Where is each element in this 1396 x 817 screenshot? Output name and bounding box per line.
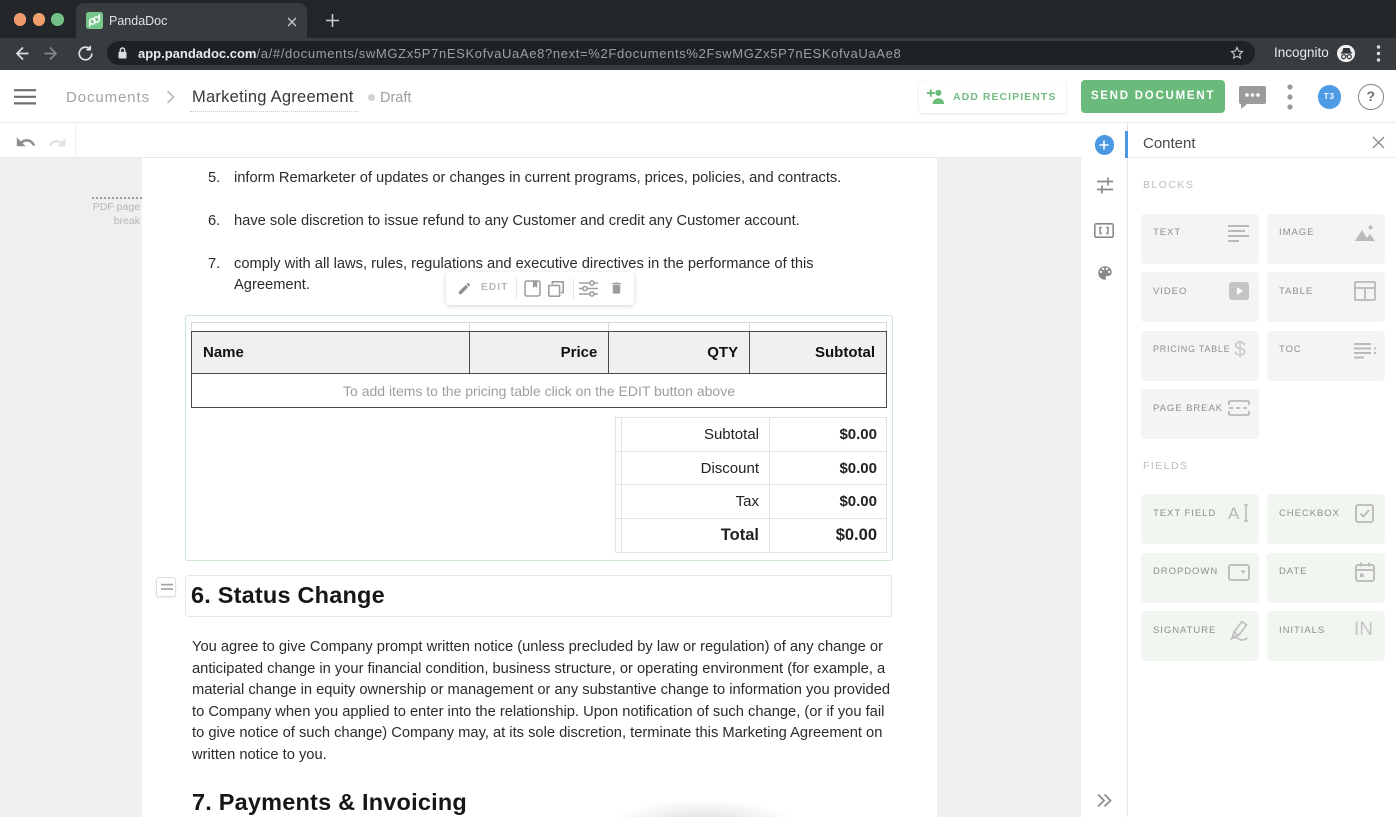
svg-text:A: A bbox=[1228, 504, 1240, 523]
